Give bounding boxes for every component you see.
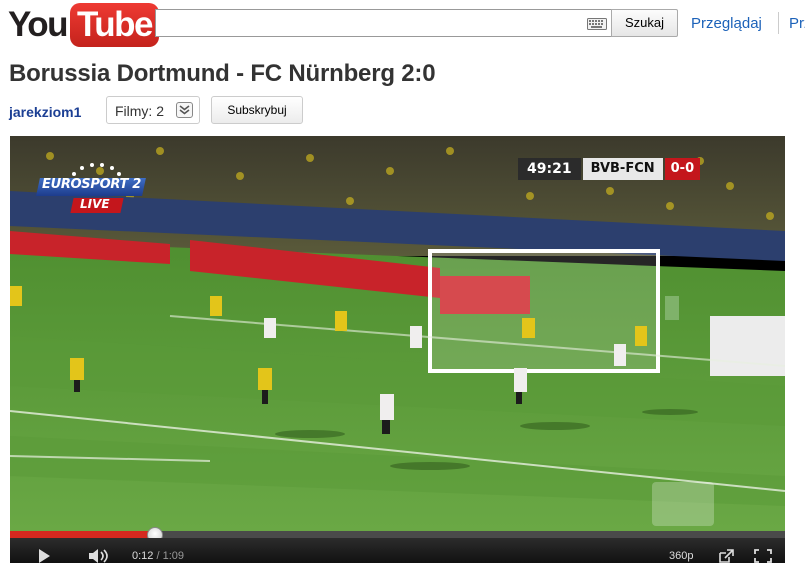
videos-count: Filmy: 2 [115, 103, 164, 119]
subscribe-button[interactable]: Subskrybuj [211, 96, 303, 124]
live-label: LIVE [80, 197, 110, 211]
keyboard-icon[interactable] [587, 18, 607, 30]
scorebug: 49:21 BVB-FCN 0-0 [518, 158, 701, 180]
nav-divider [778, 12, 779, 34]
logo-tube-text: Tube [70, 3, 160, 47]
masthead: You Tube Szukaj Przeglądaj Prześlij [0, 0, 805, 54]
player-controls: 0:12 / 1:09 360p [10, 538, 785, 563]
progress-played [10, 531, 155, 538]
channel-link[interactable]: jarekziom1 [9, 104, 81, 120]
progress-bar[interactable] [10, 531, 785, 538]
video-title: Borussia Dortmund - FC Nürnberg 2:0 [9, 60, 436, 87]
logo-you-text: You [8, 5, 69, 44]
match-score: 0-0 [664, 158, 701, 180]
match-teams: BVB-FCN [582, 158, 663, 180]
eurosport-logo: EUROSPORT 2 LIVE [34, 162, 146, 216]
play-icon[interactable] [36, 548, 52, 563]
nav-browse-link[interactable]: Przeglądaj [691, 15, 762, 32]
nav-upload-link[interactable]: Prześlij [789, 15, 805, 32]
match-clock: 49:21 [518, 158, 581, 180]
video-player[interactable]: EUROSPORT 2 LIVE 49:21 BVB-FCN 0-0 borus… [10, 136, 785, 563]
current-time: 0:12 [132, 550, 154, 562]
fullscreen-icon[interactable] [754, 549, 772, 563]
search-input[interactable] [156, 10, 588, 36]
quality-button[interactable]: 360p [669, 550, 693, 562]
search-box [155, 9, 611, 37]
chevron-down-icon[interactable] [176, 102, 193, 118]
popout-icon[interactable] [718, 549, 734, 563]
search-button[interactable]: Szukaj [611, 9, 678, 37]
youtube-logo[interactable]: You Tube [8, 2, 160, 48]
broadcaster-name: EUROSPORT 2 [42, 177, 142, 192]
channel-videos-dropdown[interactable]: Filmy: 2 [106, 96, 200, 124]
duration: 1:09 [162, 550, 185, 562]
time-display: 0:12 / 1:09 [132, 550, 184, 562]
volume-icon[interactable] [88, 548, 112, 563]
video-frame[interactable]: EUROSPORT 2 LIVE 49:21 BVB-FCN 0-0 [10, 136, 785, 531]
